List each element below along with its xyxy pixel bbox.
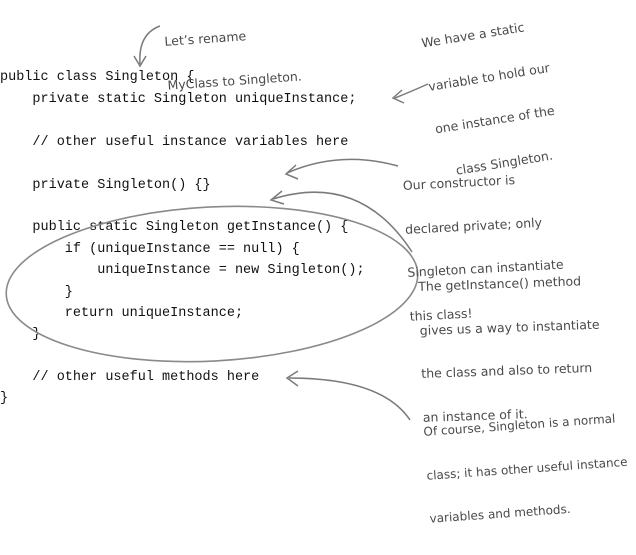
static-variable-note-line: variable to hold our — [427, 59, 551, 94]
code-line-13: } — [0, 327, 41, 342]
get-instance-note-line: the class and also to return — [421, 359, 593, 381]
code-line-4: // other useful instance variables here — [0, 135, 349, 150]
code-line-10: uniqueInstance = new Singleton(); — [0, 263, 365, 278]
normal-class-note-line: class; it has other useful instance — [426, 454, 628, 483]
rename-note: Let’s rename MyClass to Singleton. — [162, 0, 304, 122]
constructor-note-line: Our constructor is — [402, 172, 516, 193]
get-instance-note-line: The getInstance() method — [417, 273, 582, 294]
code-line-6: private Singleton() {} — [0, 178, 211, 193]
static-variable-note-line: We have a static — [420, 19, 526, 51]
code-line-8: public static Singleton getInstance() { — [0, 220, 349, 235]
code-line-15: // other useful methods here — [0, 370, 260, 385]
normal-class-note-line: variables and methods. — [429, 501, 572, 526]
rename-arrow — [139, 25, 161, 65]
rename-note-line: MyClass to Singleton. — [166, 67, 303, 93]
code-line-16: } — [0, 391, 9, 406]
normal-class-arrowhead — [285, 370, 299, 387]
normal-class-note: Of course, Singleton is a normal class; … — [421, 382, 633, 555]
code-annotation-figure: public class Singleton { private static … — [0, 0, 636, 525]
normal-class-arrow — [288, 377, 411, 421]
static-variable-arrowhead — [391, 89, 405, 104]
static-variable-note-line: one instance of the — [433, 102, 556, 137]
rename-note-line: Let’s rename — [163, 28, 247, 49]
code-line-9: if (uniqueInstance == null) { — [0, 242, 300, 257]
code-line-12: return uniqueInstance; — [0, 306, 244, 321]
code-line-11: } — [0, 285, 73, 300]
get-instance-arrowhead — [269, 190, 285, 205]
static-variable-arrow — [394, 83, 429, 99]
constructor-note-line: declared private; only — [404, 214, 543, 237]
code-line-1: public class Singleton { — [0, 70, 195, 85]
rename-arrowhead — [133, 55, 147, 68]
constructor-arrowhead — [284, 164, 299, 180]
constructor-arrow — [286, 158, 399, 174]
normal-class-note-line: Of course, Singleton is a normal — [423, 411, 616, 439]
get-instance-note-line: gives us a way to instantiate — [419, 316, 600, 338]
